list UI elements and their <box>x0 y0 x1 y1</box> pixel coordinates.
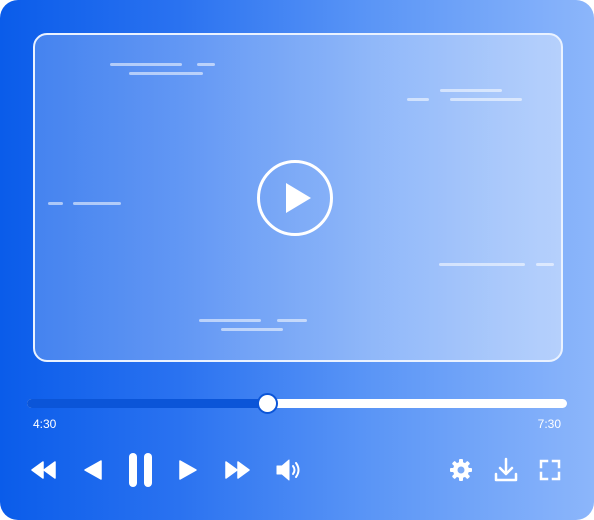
decorative-streak <box>277 319 307 322</box>
fast-forward-icon <box>225 461 250 479</box>
fast-forward-button[interactable] <box>224 458 250 482</box>
decorative-streak <box>48 202 63 205</box>
current-time: 4:30 <box>33 417 57 431</box>
play-icon <box>286 183 311 213</box>
decorative-streak <box>221 328 283 331</box>
progress-handle[interactable] <box>257 393 278 414</box>
gear-icon <box>450 459 472 481</box>
video-frame[interactable] <box>33 33 563 362</box>
decorative-streak <box>129 72 203 75</box>
volume-icon <box>276 459 300 481</box>
decorative-streak <box>199 319 261 322</box>
pause-button[interactable] <box>128 452 154 488</box>
pause-icon <box>129 453 152 487</box>
rewind-button[interactable] <box>31 458 57 482</box>
progress-bar[interactable] <box>27 393 567 414</box>
next-button[interactable] <box>177 458 199 482</box>
decorative-streak <box>407 98 429 101</box>
decorative-streak <box>439 263 525 266</box>
settings-button[interactable] <box>449 458 473 482</box>
decorative-streak <box>536 263 554 266</box>
next-icon <box>179 460 197 480</box>
decorative-streak <box>110 63 182 66</box>
decorative-streak <box>197 63 215 66</box>
fullscreen-button[interactable] <box>539 459 561 481</box>
volume-button[interactable] <box>275 457 303 483</box>
decorative-streak <box>440 89 502 92</box>
fullscreen-icon <box>539 459 561 481</box>
previous-icon <box>84 460 102 480</box>
download-button[interactable] <box>494 457 518 483</box>
rewind-icon <box>31 461 56 479</box>
decorative-streak <box>73 202 121 205</box>
previous-button[interactable] <box>82 458 104 482</box>
duration: 7:30 <box>537 417 561 431</box>
decorative-streak <box>450 98 522 101</box>
download-icon <box>494 457 518 482</box>
play-button[interactable] <box>257 160 333 236</box>
video-player: 4:30 7:30 <box>0 0 594 520</box>
progress-fill <box>27 399 267 408</box>
